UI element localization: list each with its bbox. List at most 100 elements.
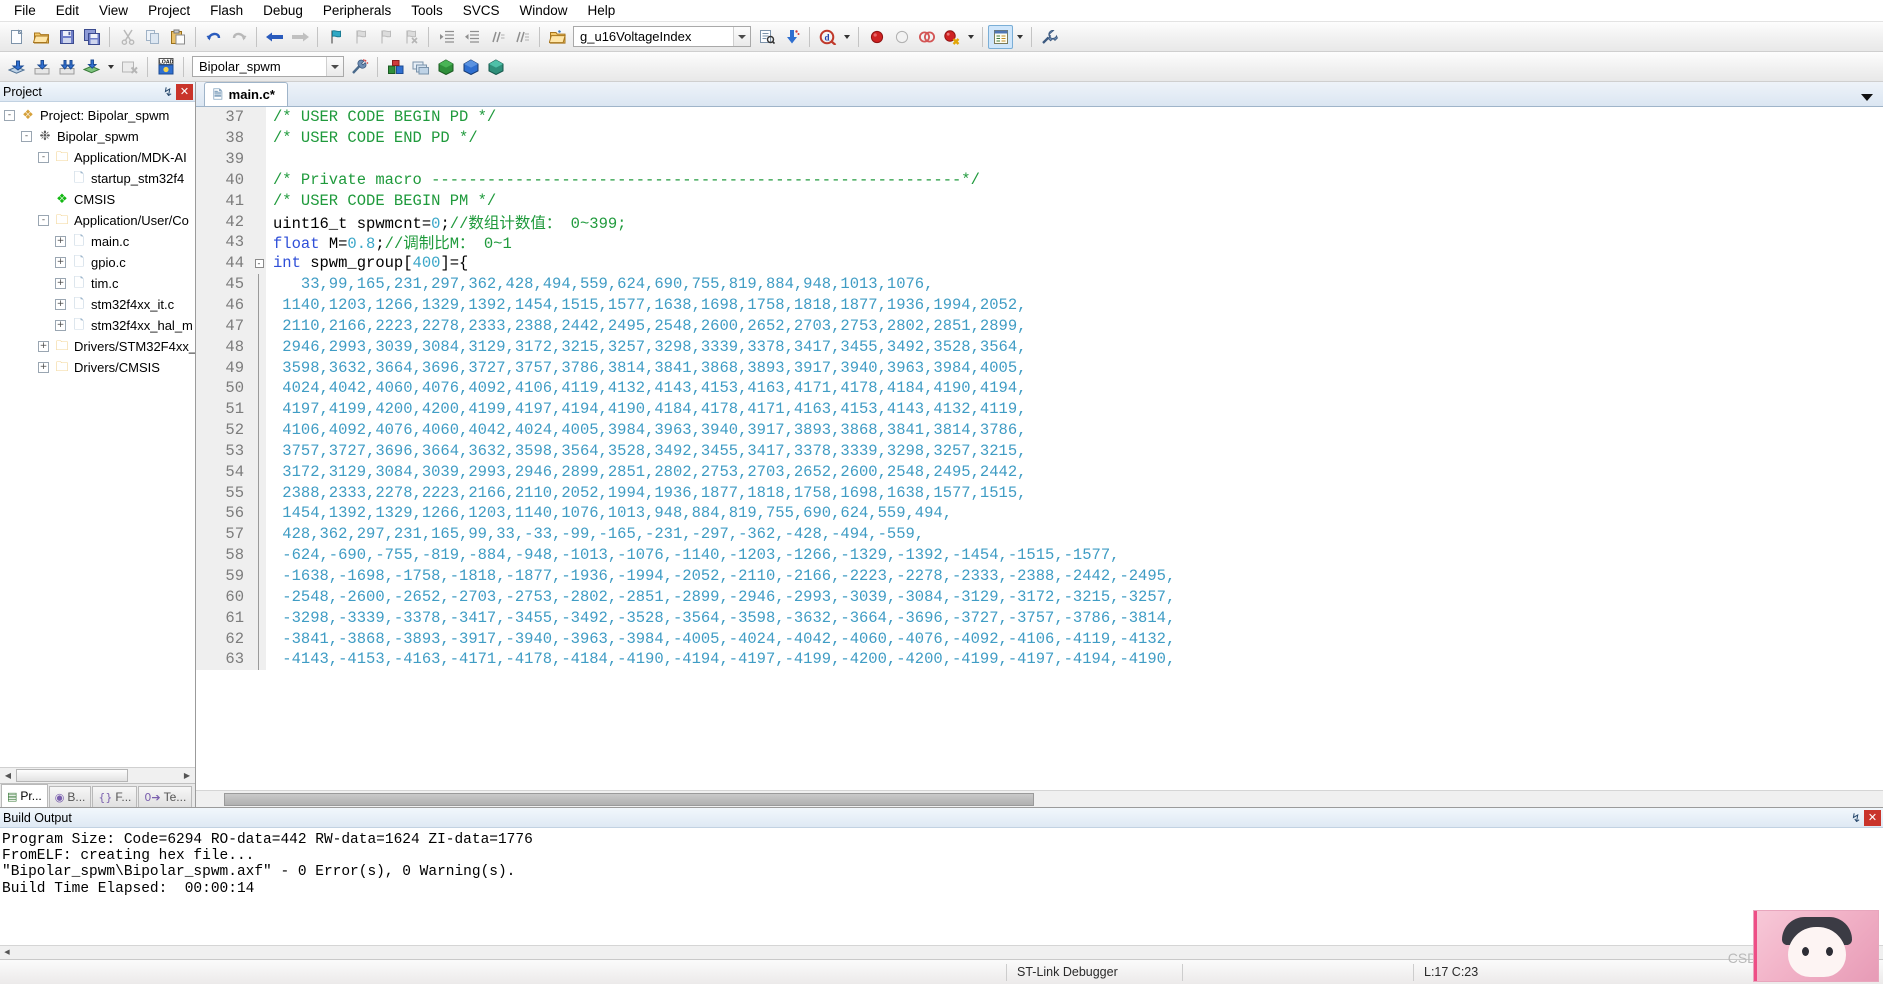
menu-tools[interactable]: Tools xyxy=(401,1,453,20)
utilities-icon[interactable] xyxy=(1037,25,1062,49)
panel-tab-templates[interactable]: 0➔Te... xyxy=(138,786,192,807)
code-line[interactable]: 45 33,99,165,231,297,362,428,494,559,624… xyxy=(196,274,1883,295)
expand-icon[interactable]: + xyxy=(55,320,66,331)
expand-icon[interactable]: + xyxy=(55,299,66,310)
tree-node-tim-c[interactable]: +🗋tim.c xyxy=(0,273,195,294)
tree-node-drivers-cmsis[interactable]: +🗀Drivers/CMSIS xyxy=(0,357,195,378)
rebuild-icon[interactable] xyxy=(54,55,79,79)
batch-build-dropdown-icon[interactable] xyxy=(104,55,117,79)
code-text[interactable]: 1454,1392,1329,1266,1203,1140,1076,1013,… xyxy=(266,504,1883,522)
scroll-left-icon[interactable]: ◀ xyxy=(0,946,14,959)
indent-icon[interactable] xyxy=(434,25,459,49)
search-combo[interactable]: g_u16VoltageIndex xyxy=(573,26,751,47)
code-text[interactable]: int spwm_group[400]={ xyxy=(266,254,1883,272)
fold-column[interactable]: - xyxy=(252,253,266,274)
code-line[interactable]: 50 4024,4042,4060,4076,4092,4106,4119,41… xyxy=(196,378,1883,399)
code-line[interactable]: 46 1140,1203,1266,1329,1392,1454,1515,15… xyxy=(196,295,1883,316)
multi-project-icon[interactable] xyxy=(408,55,433,79)
collapse-icon[interactable]: - xyxy=(21,131,32,142)
editor-horizontal-scrollbar[interactable] xyxy=(196,790,1883,807)
navigate-forward-icon[interactable] xyxy=(287,25,312,49)
tree-node-application-mdk[interactable]: -🗀Application/MDK-AI xyxy=(0,147,195,168)
stop-build-icon[interactable] xyxy=(117,55,142,79)
expand-icon[interactable]: + xyxy=(55,257,66,268)
code-line[interactable]: 48 2946,2993,3039,3084,3129,3172,3215,32… xyxy=(196,336,1883,357)
code-text[interactable]: 2388,2333,2278,2223,2166,2110,2052,1994,… xyxy=(266,484,1883,502)
code-text[interactable]: /* USER CODE BEGIN PD */ xyxy=(266,108,1883,126)
code-text[interactable]: 1140,1203,1266,1329,1392,1454,1515,1577,… xyxy=(266,296,1883,314)
target-combo[interactable]: Bipolar_spwm xyxy=(192,56,344,77)
code-line[interactable]: 44-int spwm_group[400]={ xyxy=(196,253,1883,274)
menu-edit[interactable]: Edit xyxy=(46,1,89,20)
pin-icon[interactable]: ↯ xyxy=(160,86,176,98)
code-text[interactable]: 2946,2993,3039,3084,3129,3172,3215,3257,… xyxy=(266,338,1883,356)
save-icon[interactable] xyxy=(54,25,79,49)
code-line[interactable]: 62 -3841,-3868,-3893,-3917,-3940,-3963,-… xyxy=(196,628,1883,649)
code-text[interactable]: 3757,3727,3696,3664,3632,3598,3564,3528,… xyxy=(266,442,1883,460)
configuration-wizard-dropdown-icon[interactable] xyxy=(1013,25,1026,49)
code-text[interactable]: /* USER CODE END PD */ xyxy=(266,129,1883,147)
search-input[interactable]: g_u16VoltageIndex xyxy=(574,27,733,46)
debug-session-dropdown-icon[interactable] xyxy=(840,25,853,49)
bookmark-clear-icon[interactable] xyxy=(398,25,423,49)
incremental-find-icon[interactable] xyxy=(779,25,804,49)
menu-view[interactable]: View xyxy=(89,1,138,20)
comment-icon[interactable] xyxy=(484,25,509,49)
code-line[interactable]: 63 -4143,-4153,-4163,-4171,-4178,-4184,-… xyxy=(196,649,1883,670)
configuration-wizard-icon[interactable] xyxy=(988,25,1013,49)
tree-node-gpio-c[interactable]: +🗋gpio.c xyxy=(0,252,195,273)
fold-collapse-icon[interactable]: - xyxy=(255,259,264,268)
code-text[interactable]: -4143,-4153,-4163,-4171,-4178,-4184,-419… xyxy=(266,650,1883,668)
code-line[interactable]: 58 -624,-690,-755,-819,-884,-948,-1013,-… xyxy=(196,545,1883,566)
svcs-icon[interactable] xyxy=(483,55,508,79)
batch-build-icon[interactable] xyxy=(79,55,104,79)
code-lines[interactable]: 37/* USER CODE BEGIN PD */38/* USER CODE… xyxy=(196,107,1883,790)
kill-all-breakpoints-icon[interactable] xyxy=(939,25,964,49)
menu-peripherals[interactable]: Peripherals xyxy=(313,1,401,20)
manage-run-time-icon[interactable] xyxy=(458,55,483,79)
enable-breakpoint-icon[interactable] xyxy=(889,25,914,49)
code-line[interactable]: 40/* Private macro ---------------------… xyxy=(196,170,1883,191)
editor-tab-main-c[interactable]: 🗎 main.c* xyxy=(204,82,288,106)
expand-icon[interactable]: + xyxy=(38,341,49,352)
tree-node-main-c[interactable]: +🗋main.c xyxy=(0,231,195,252)
translate-icon[interactable] xyxy=(4,55,29,79)
bookmark-toggle-icon[interactable] xyxy=(323,25,348,49)
code-line[interactable]: 39 xyxy=(196,149,1883,170)
save-all-icon[interactable] xyxy=(79,25,104,49)
collapse-icon[interactable]: - xyxy=(38,215,49,226)
build-horizontal-scrollbar[interactable]: ◀ xyxy=(0,945,1883,959)
panel-tab-functions[interactable]: {}F... xyxy=(92,786,137,807)
menu-flash[interactable]: Flash xyxy=(200,1,253,20)
code-line[interactable]: 60 -2548,-2600,-2652,-2703,-2753,-2802,-… xyxy=(196,586,1883,607)
code-text[interactable]: -3841,-3868,-3893,-3917,-3940,-3963,-398… xyxy=(266,630,1883,648)
scroll-right-icon[interactable]: ▶ xyxy=(179,768,195,783)
download-icon[interactable]: LOAD xyxy=(153,55,178,79)
code-line[interactable]: 56 1454,1392,1329,1266,1203,1140,1076,10… xyxy=(196,503,1883,524)
scroll-left-icon[interactable]: ◀ xyxy=(0,768,16,783)
code-line[interactable]: 53 3757,3727,3696,3664,3632,3598,3564,35… xyxy=(196,441,1883,462)
breakpoints-dropdown-icon[interactable] xyxy=(964,25,977,49)
tree-node-drivers-stm32f4xx[interactable]: +🗀Drivers/STM32F4xx_ xyxy=(0,336,195,357)
disable-all-breakpoints-icon[interactable] xyxy=(914,25,939,49)
code-text[interactable]: /* USER CODE BEGIN PM */ xyxy=(266,192,1883,210)
code-line[interactable]: 42uint16_t spwmcnt=0;//数组计数值： 0~399; xyxy=(196,211,1883,232)
scrollbar-thumb[interactable] xyxy=(16,769,128,782)
chevron-down-icon[interactable] xyxy=(326,57,343,76)
uncomment-icon[interactable] xyxy=(509,25,534,49)
project-horizontal-scrollbar[interactable]: ◀ ▶ xyxy=(0,767,195,783)
chevron-down-icon[interactable] xyxy=(733,27,750,46)
code-line[interactable]: 55 2388,2333,2278,2223,2166,2110,2052,19… xyxy=(196,482,1883,503)
tree-node-project-root[interactable]: -❖Project: Bipolar_spwm xyxy=(0,105,195,126)
code-text[interactable]: 4024,4042,4060,4076,4092,4106,4119,4132,… xyxy=(266,379,1883,397)
menu-svcs[interactable]: SVCS xyxy=(453,1,510,20)
expand-icon[interactable]: + xyxy=(38,362,49,373)
close-icon[interactable]: ✕ xyxy=(1864,810,1881,826)
code-text[interactable]: 428,362,297,231,165,99,33,-33,-99,-165,-… xyxy=(266,525,1883,543)
outdent-icon[interactable] xyxy=(459,25,484,49)
redo-icon[interactable] xyxy=(226,25,251,49)
tree-node-application-user[interactable]: -🗀Application/User/Co xyxy=(0,210,195,231)
code-text[interactable]: 33,99,165,231,297,362,428,494,559,624,69… xyxy=(266,275,1883,293)
code-line[interactable]: 43float M=0.8;//调制比M： 0~1 xyxy=(196,232,1883,253)
manage-components-icon[interactable] xyxy=(383,55,408,79)
